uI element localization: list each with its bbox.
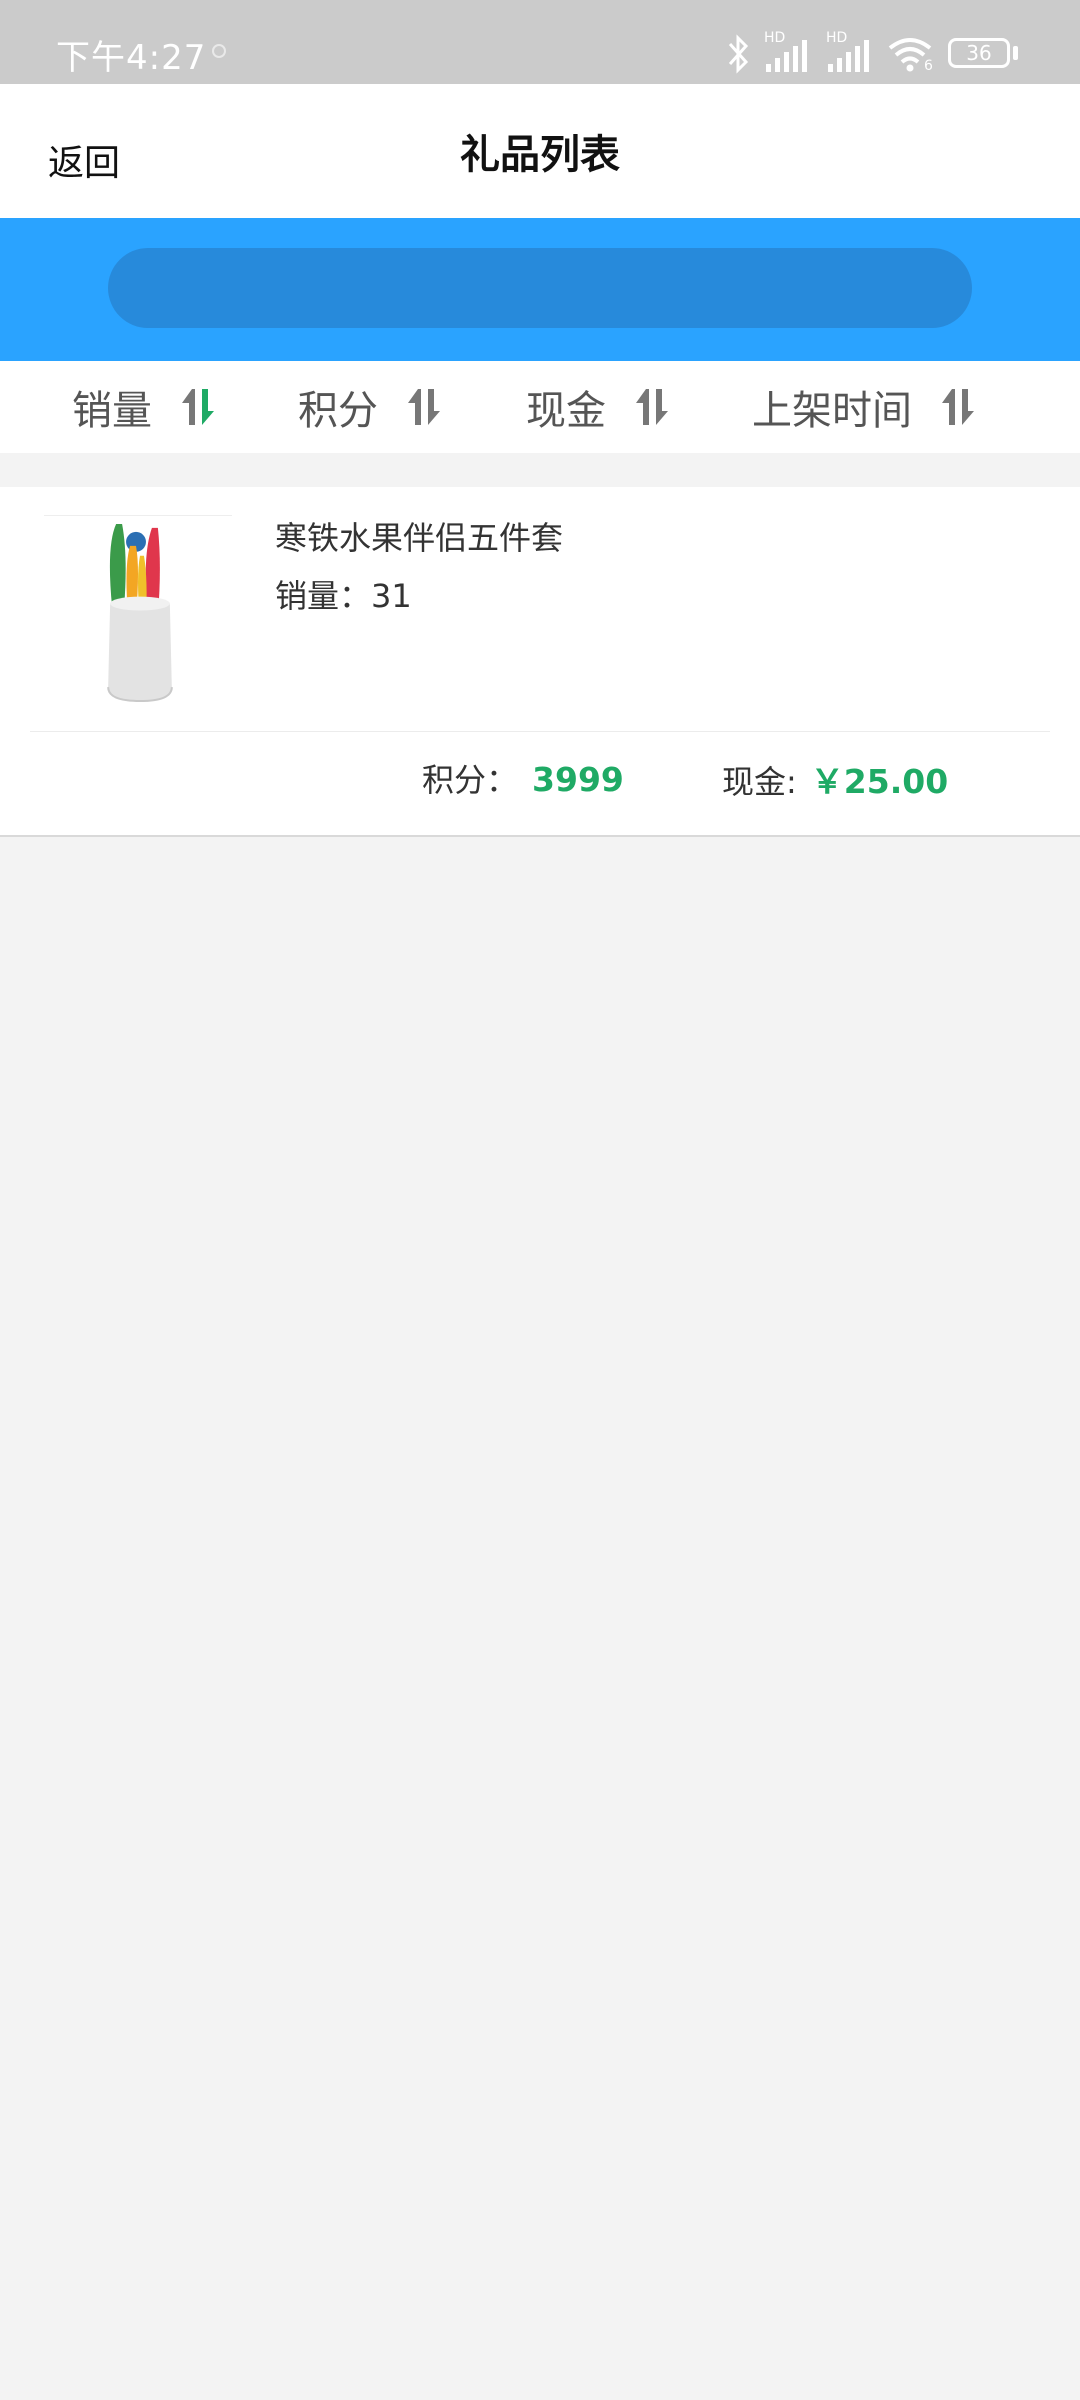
sort-by-sales[interactable]: 销量 [72, 381, 220, 434]
location-dot-icon [212, 44, 226, 58]
sort-arrows-icon [182, 389, 214, 425]
card-divider [30, 731, 1050, 732]
page-title: 礼品列表 [460, 132, 620, 178]
sort-arrows-icon [636, 389, 668, 425]
app-header: 返回 礼品列表 [0, 84, 1080, 218]
points-label: 积分： [422, 761, 519, 799]
product-image [44, 515, 232, 703]
sort-arrows-icon [408, 389, 440, 425]
cash-price: 现金: ￥25.00 [722, 755, 948, 803]
bluetooth-icon [728, 34, 749, 74]
sort-by-listing-time[interactable]: 上架时间 [752, 381, 980, 434]
status-bar: 下午4:27 HD HD 6 36 [0, 0, 1080, 84]
battery-tip [1013, 46, 1018, 60]
status-time: 下午4:27 [56, 38, 207, 78]
gift-card[interactable]: 寒铁水果伴侣五件套 销量：31 积分： 3999 现金: ￥25.00 [0, 487, 1080, 837]
sort-label-sales: 销量 [72, 388, 152, 434]
sort-arrows-icon [942, 389, 974, 425]
points-value: 3999 [532, 760, 624, 799]
sort-by-points[interactable]: 积分 [298, 381, 446, 434]
sort-by-cash[interactable]: 现金 [526, 381, 674, 434]
product-name: 寒铁水果伴侣五件套 [275, 519, 564, 557]
search-band [0, 218, 1080, 361]
sales-count: 销量：31 [275, 571, 412, 617]
sort-label-points: 积分 [298, 388, 378, 434]
sort-bar: 销量 积分 现金 上架时间 [0, 361, 1080, 453]
sort-label-cash: 现金 [526, 388, 606, 434]
cash-label: 现金: [722, 763, 797, 801]
sales-label: 销量： [275, 577, 372, 615]
battery-level: 36 [966, 41, 992, 65]
cash-value: ￥25.00 [810, 762, 949, 801]
points-price: 积分： 3999 [422, 755, 624, 801]
sales-value: 31 [371, 577, 412, 615]
hd-badge-2: HD [826, 30, 848, 46]
sort-label-listing-time: 上架时间 [752, 388, 912, 434]
wifi-badge: 6 [924, 58, 933, 74]
hd-badge-1: HD [764, 30, 786, 46]
search-input[interactable] [108, 248, 972, 328]
battery-icon: 36 [948, 38, 1010, 68]
